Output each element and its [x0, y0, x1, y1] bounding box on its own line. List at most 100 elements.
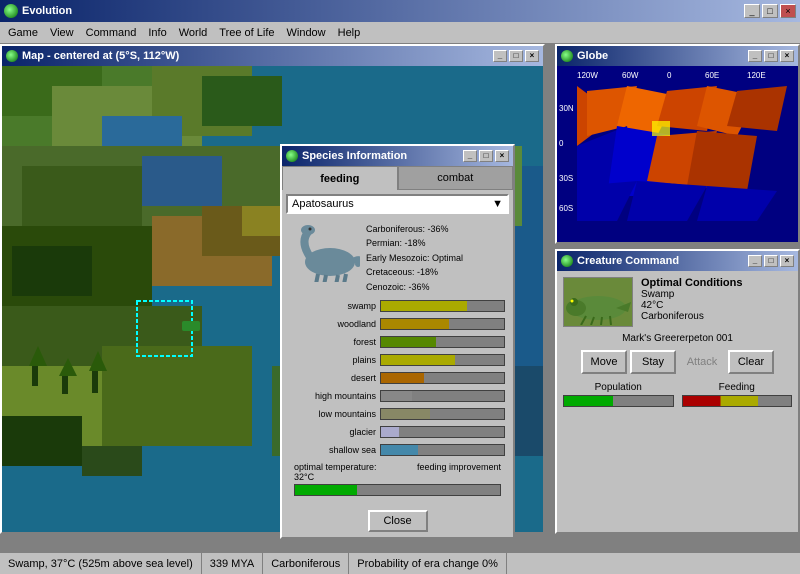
creature-buttons: Move Stay Attack Clear	[563, 350, 792, 374]
species-close-button[interactable]: Close	[368, 510, 428, 532]
species-name: Apatosaurus	[292, 198, 354, 210]
progress-section: Population Feeding	[563, 382, 792, 407]
creature-image	[563, 277, 633, 327]
stay-button[interactable]: Stay	[630, 350, 676, 374]
maximize-button[interactable]: □	[762, 4, 778, 18]
habitat-desert: desert	[290, 370, 505, 386]
menu-view[interactable]: View	[44, 25, 80, 41]
creature-title-bar: Creature Command _ □ ×	[557, 251, 798, 271]
map-maximize[interactable]: □	[509, 50, 523, 62]
habitat-woodland-fill	[381, 319, 449, 329]
menu-game[interactable]: Game	[2, 25, 44, 41]
species-window: Species Information _ □ × feeding combat…	[280, 144, 515, 539]
tab-feeding[interactable]: feeding	[282, 166, 398, 190]
temp-value: 32°C	[294, 472, 314, 482]
svg-text:0: 0	[667, 71, 672, 80]
creature-close[interactable]: ×	[780, 255, 794, 267]
biome-text: Swamp, 37°C (525m above sea level)	[8, 558, 193, 570]
menu-bar: Game View Command Info World Tree of Lif…	[0, 22, 800, 44]
creature-svg	[566, 280, 631, 325]
habitat-glacier-label: glacier	[290, 427, 380, 437]
feeding-label: Feeding	[682, 382, 793, 393]
species-window-controls: _ □ ×	[463, 150, 509, 162]
move-button[interactable]: Move	[581, 350, 627, 374]
habitat-swamp: swamp	[290, 298, 505, 314]
menu-window[interactable]: Window	[281, 25, 332, 41]
svg-text:120W: 120W	[577, 71, 598, 80]
species-tabs: feeding combat	[282, 166, 513, 190]
status-era: Carboniferous	[263, 553, 349, 574]
map-title: Map - centered at (5°S, 112°W)	[22, 50, 179, 62]
habitat-shallow-sea-fill	[381, 445, 418, 455]
close-btn-container: Close	[282, 510, 513, 532]
species-dropdown[interactable]: Apatosaurus ▼	[286, 194, 509, 214]
habitat-high-mountains-bar	[380, 390, 505, 402]
habitat-bars: swamp woodland forest	[290, 298, 505, 458]
population-bar-container	[563, 395, 674, 407]
habitat-forest-bar	[380, 336, 505, 348]
creature-maximize[interactable]: □	[764, 255, 778, 267]
globe-icon	[561, 50, 573, 62]
globe-content[interactable]: 120W 60W 0 60E 120E 30N 0 30S 60S	[557, 66, 798, 242]
habitat-high-mountains-fill	[381, 391, 412, 401]
condition-swamp: Swamp	[641, 289, 742, 300]
title-bar: Evolution _ □ ×	[0, 0, 800, 22]
creature-minimize[interactable]: _	[748, 255, 762, 267]
habitat-plains-fill	[381, 355, 455, 365]
era-carboniferous: Carboniferous: -36%	[366, 222, 463, 236]
feeding-improvement-fill	[295, 485, 357, 495]
habitat-plains: plains	[290, 352, 505, 368]
species-close[interactable]: ×	[495, 150, 509, 162]
menu-info[interactable]: Info	[142, 25, 172, 41]
era-text: Carboniferous	[271, 558, 340, 570]
close-app-button[interactable]: ×	[780, 4, 796, 18]
condition-era: Carboniferous	[641, 311, 742, 322]
habitat-glacier-bar	[380, 426, 505, 438]
menu-world[interactable]: World	[173, 25, 214, 41]
habitat-high-mountains: high mountains	[290, 388, 505, 404]
species-header: Carboniferous: -36% Permian: -18% Early …	[290, 222, 505, 294]
species-minimize[interactable]: _	[463, 150, 477, 162]
minimize-button[interactable]: _	[744, 4, 760, 18]
globe-title-bar: Globe _ □ ×	[557, 46, 798, 66]
habitat-low-mountains-label: low mountains	[290, 409, 380, 419]
creature-window-controls: _ □ ×	[748, 255, 794, 267]
status-probability: Probability of era change 0%	[349, 553, 507, 574]
attack-button[interactable]: Attack	[679, 350, 725, 374]
creature-stats: Optimal Conditions Swamp 42°C Carbonifer…	[641, 277, 742, 327]
era-cenozoic: Cenozoic: -36%	[366, 280, 463, 294]
clear-button[interactable]: Clear	[728, 350, 774, 374]
map-title-bar: Map - centered at (5°S, 112°W) _ □ ×	[2, 46, 543, 66]
main-area: Map - centered at (5°S, 112°W) _ □ ×	[0, 44, 800, 574]
svg-text:60E: 60E	[705, 71, 719, 80]
habitat-low-mountains: low mountains	[290, 406, 505, 422]
tab-combat[interactable]: combat	[398, 166, 514, 190]
svg-text:120E: 120E	[747, 71, 766, 80]
map-window-controls: _ □ ×	[493, 50, 539, 62]
species-maximize[interactable]: □	[479, 150, 493, 162]
habitat-shallow-sea-bar	[380, 444, 505, 456]
map-close[interactable]: ×	[525, 50, 539, 62]
globe-maximize[interactable]: □	[764, 50, 778, 62]
population-progress: Population	[563, 382, 674, 407]
status-bar: Swamp, 37°C (525m above sea level) 339 M…	[0, 552, 800, 574]
map-icon	[6, 50, 18, 62]
menu-command[interactable]: Command	[80, 25, 143, 41]
feeding-improvement-bar	[294, 484, 501, 496]
habitat-swamp-fill	[381, 301, 467, 311]
svg-text:30S: 30S	[559, 174, 573, 183]
habitat-woodland-label: woodland	[290, 319, 380, 329]
habitat-shallow-sea: shallow sea	[290, 442, 505, 458]
population-label: Population	[563, 382, 674, 393]
creature-title: Creature Command	[577, 255, 679, 267]
menu-tree-of-life[interactable]: Tree of Life	[213, 25, 280, 41]
globe-minimize[interactable]: _	[748, 50, 762, 62]
map-minimize[interactable]: _	[493, 50, 507, 62]
feeding-bar-fill	[683, 396, 759, 406]
probability-text: Probability of era change 0%	[357, 558, 498, 570]
menu-help[interactable]: Help	[332, 25, 367, 41]
habitat-forest: forest	[290, 334, 505, 350]
globe-close[interactable]: ×	[780, 50, 794, 62]
habitat-low-mountains-bar	[380, 408, 505, 420]
title-bar-controls: _ □ ×	[744, 4, 796, 18]
